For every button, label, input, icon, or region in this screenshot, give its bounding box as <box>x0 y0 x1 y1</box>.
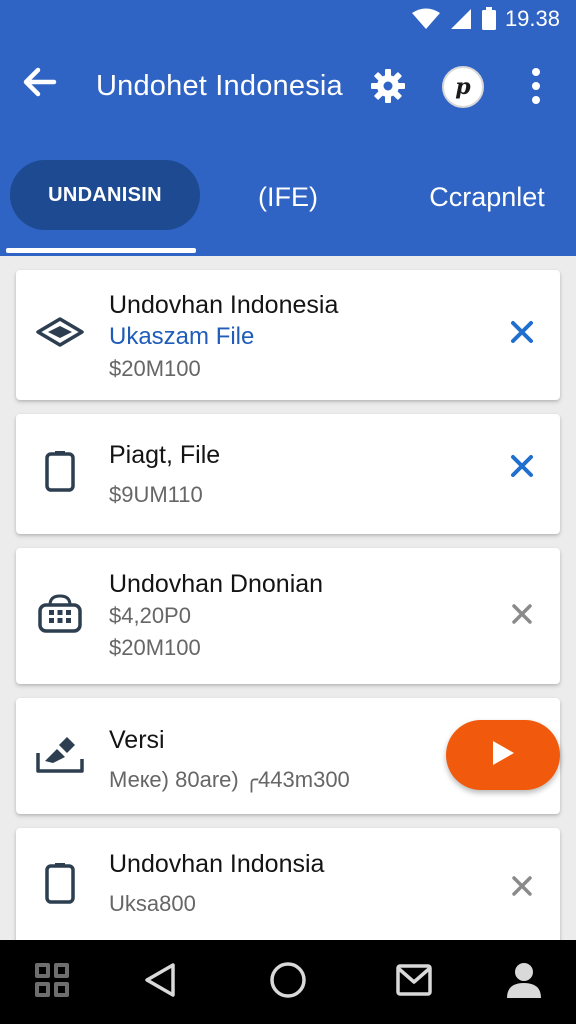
list-item[interactable]: Undovhan Indonsia Uksa800 <box>16 828 560 958</box>
list-item[interactable]: Piagt, File $9UM110 <box>16 414 560 534</box>
close-icon <box>511 875 533 902</box>
tab-label: UNDANISIN <box>48 183 162 206</box>
item-amount-secondary: $20M100 <box>109 635 201 660</box>
person-icon <box>505 961 543 1004</box>
more-vertical-icon <box>531 67 541 110</box>
close-icon <box>510 320 534 349</box>
tab-ife[interactable]: (IFE) <box>248 160 328 234</box>
recent-apps-button[interactable] <box>30 960 74 1004</box>
phone-icon <box>34 446 86 498</box>
page-title: Undohet Indonesia <box>96 70 343 102</box>
item-title: Piagt, File <box>109 441 221 469</box>
profile-badge-button[interactable]: p <box>442 66 484 108</box>
list-item[interactable]: Undovhan Indonesia Ukaszam File $20M100 <box>16 270 560 400</box>
nav-home-button[interactable] <box>266 960 310 1004</box>
tab-undanisin[interactable]: UNDANISIN <box>10 160 200 230</box>
item-amount: Uksa800 <box>109 891 196 916</box>
status-time: 19.38 <box>504 6 560 31</box>
edit-tray-icon <box>34 728 86 780</box>
play-icon <box>490 739 516 772</box>
battery-icon <box>481 7 497 31</box>
basket-icon <box>34 588 86 640</box>
diamond-icon <box>34 306 86 358</box>
grid-icon <box>33 961 71 1004</box>
back-button[interactable] <box>18 62 62 106</box>
item-amount: Мекe) 80are) ╭443m300 <box>109 767 350 792</box>
item-amount: $20M100 <box>109 356 201 381</box>
item-title: Undovhan Indonsia <box>109 850 325 878</box>
signal-icon <box>449 8 473 30</box>
remove-button[interactable] <box>506 452 538 484</box>
item-title: Versi <box>109 726 165 754</box>
tab-indicator <box>6 248 196 253</box>
nav-mail-button[interactable] <box>392 960 436 1004</box>
settings-button[interactable] <box>366 66 410 110</box>
back-triangle-icon <box>143 962 177 1003</box>
play-fab-button[interactable] <box>446 720 560 790</box>
mail-icon <box>395 963 433 1002</box>
remove-button[interactable] <box>506 600 538 632</box>
arrow-left-icon <box>23 67 57 102</box>
system-nav-bar <box>0 940 576 1024</box>
more-options-button[interactable] <box>518 66 554 110</box>
list-item[interactable]: Undovhan Dnonian $4,20P0 $20M100 <box>16 548 560 684</box>
tab-label: Ccrapnlet <box>429 181 545 212</box>
gear-icon <box>370 68 406 109</box>
nav-profile-button[interactable] <box>502 960 546 1004</box>
toolbar: Undohet Indonesia p <box>0 50 576 122</box>
profile-badge-letter: p <box>455 74 471 100</box>
item-title: Undovhan Indonesia <box>109 291 339 319</box>
item-amount: $9UM110 <box>109 482 203 507</box>
tab-ccrapnlet[interactable]: Ccrapnlet <box>420 160 554 234</box>
status-bar: 19.38 <box>0 0 576 38</box>
remove-button[interactable] <box>506 318 538 350</box>
item-link[interactable]: Ukaszam File <box>109 321 338 353</box>
close-icon <box>511 603 533 630</box>
remove-button[interactable] <box>506 872 538 904</box>
tab-bar: UNDANISIN (IFE) Ccrapnlet <box>0 160 576 256</box>
item-title: Undovhan Dnonian <box>109 570 324 598</box>
wifi-icon <box>411 8 441 30</box>
close-icon <box>510 454 534 483</box>
nav-back-button[interactable] <box>138 960 182 1004</box>
home-circle-icon <box>269 961 307 1004</box>
tab-label: (IFE) <box>258 181 318 212</box>
phone-icon <box>34 858 86 910</box>
app-bar: 19.38 Undohet Indonesia p UNDANISIN (IFE… <box>0 0 576 256</box>
item-amount: $4,20P0 <box>109 603 191 628</box>
